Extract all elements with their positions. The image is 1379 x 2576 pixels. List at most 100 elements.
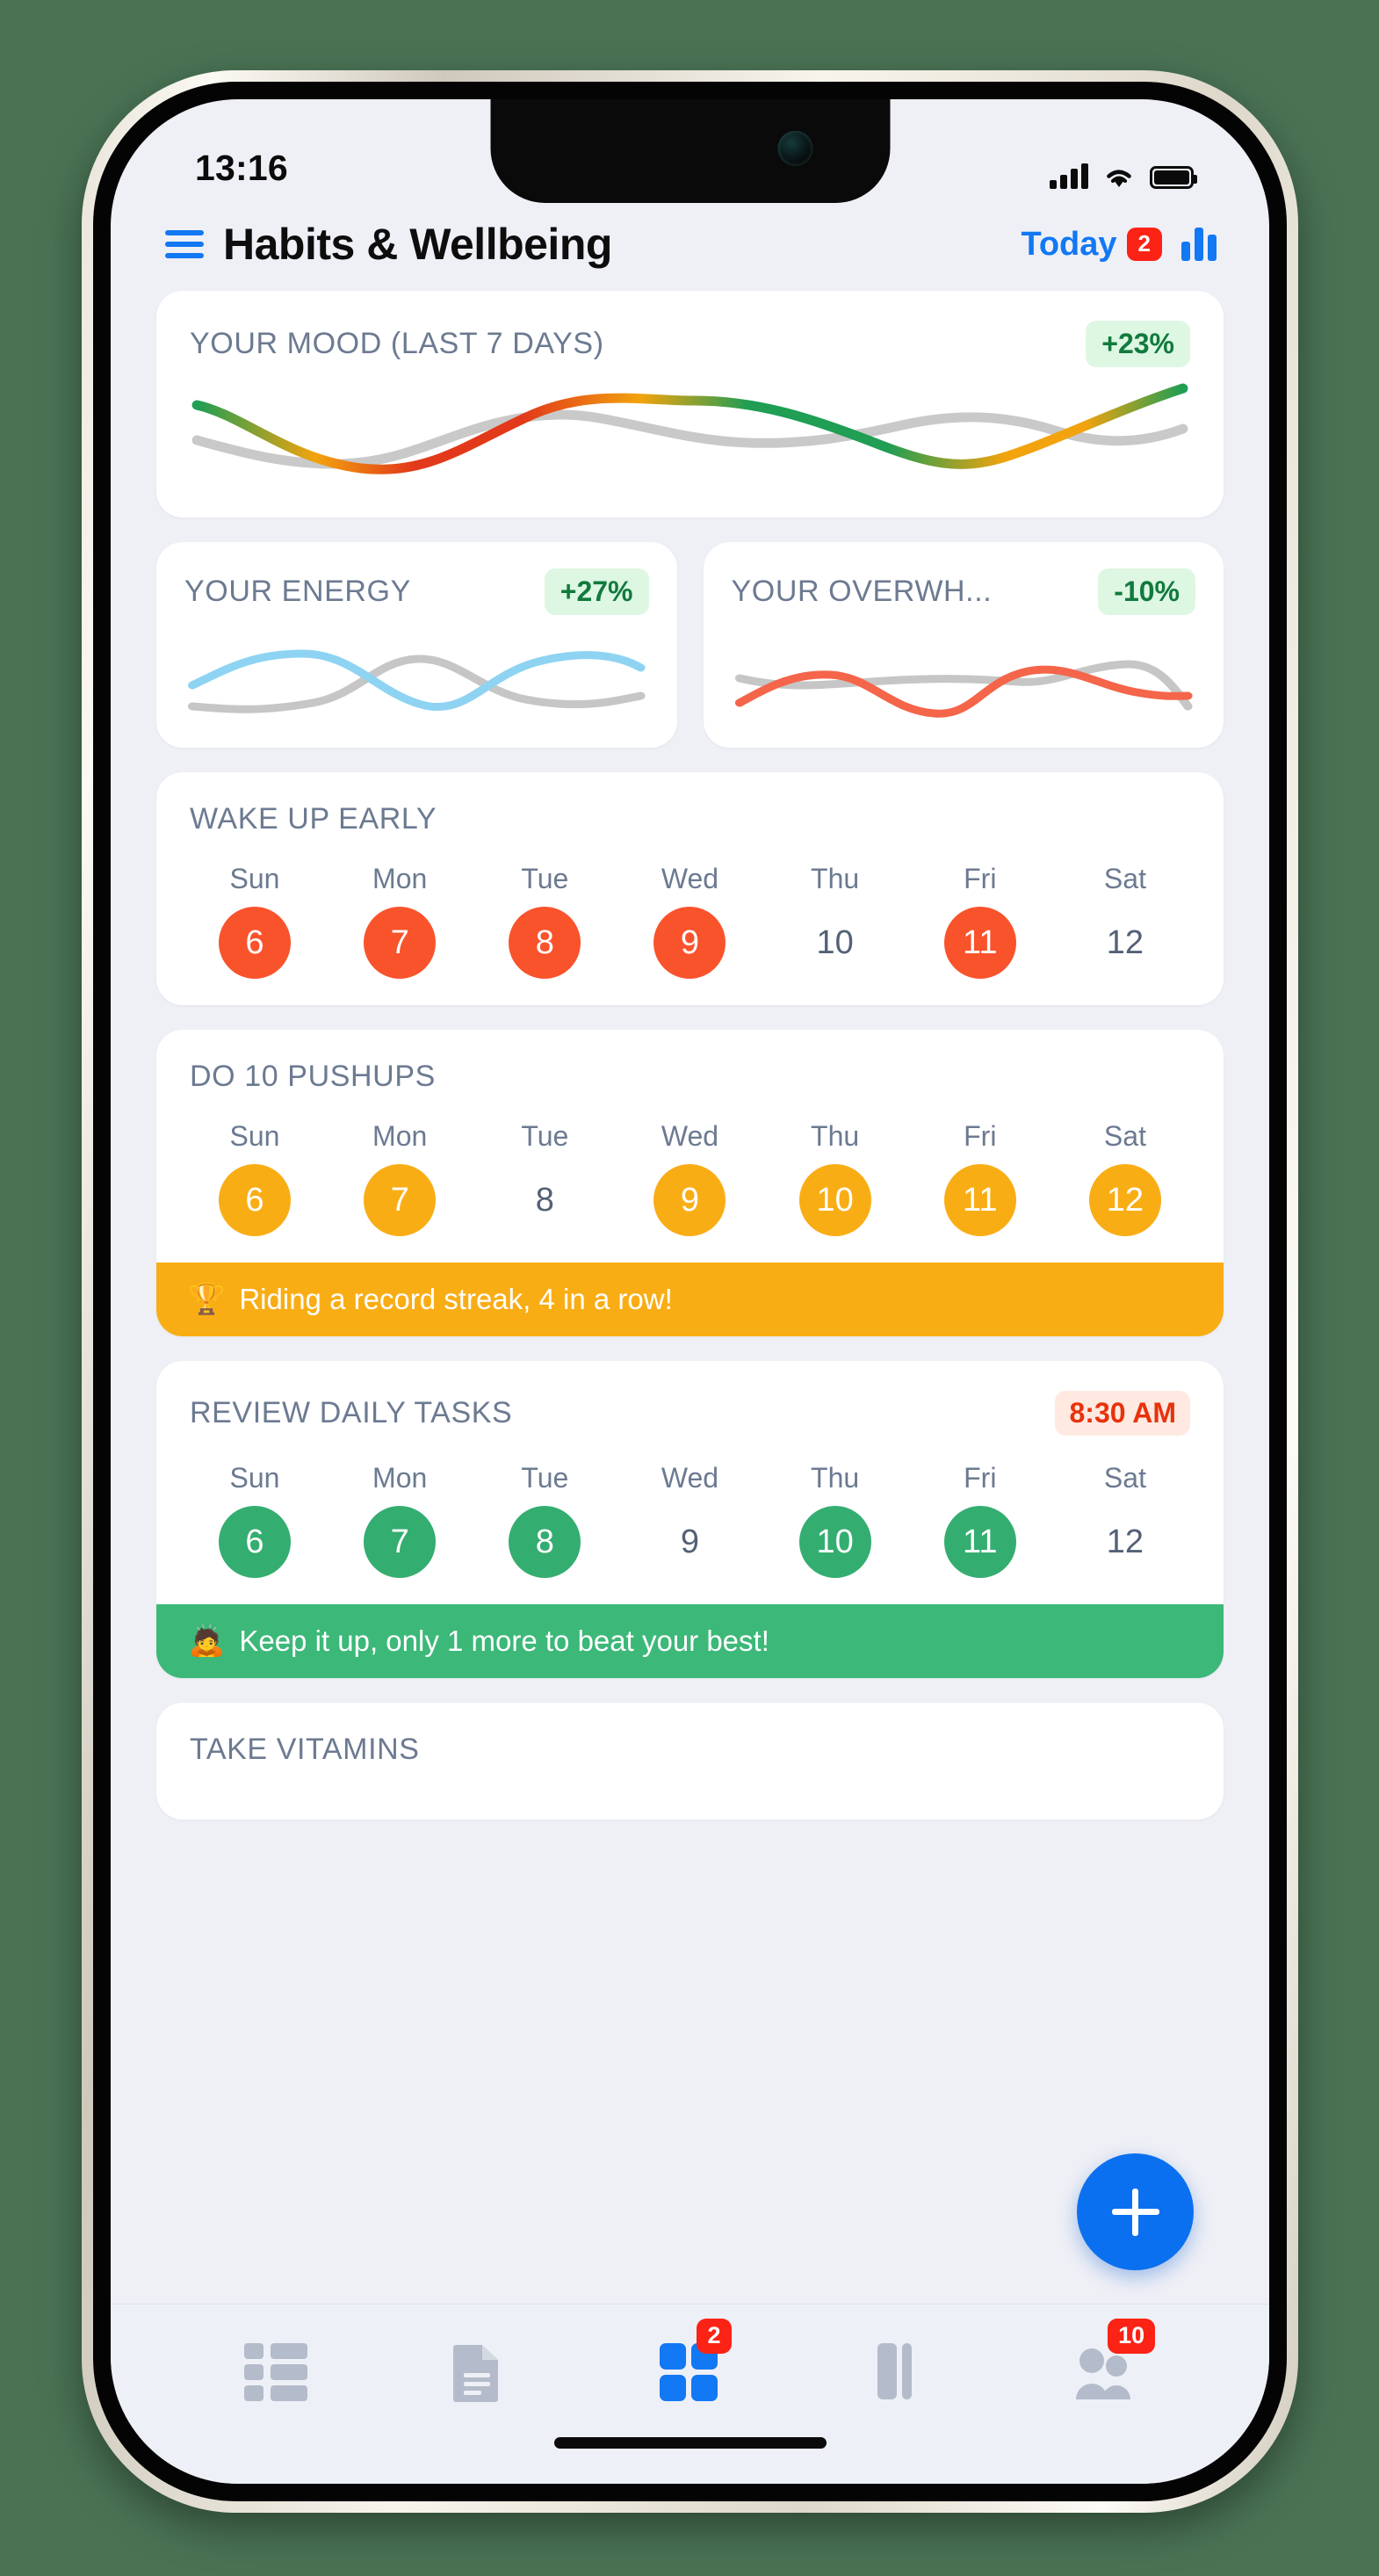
habit-day-cell[interactable]: Fri 11 (922, 863, 1038, 979)
habit-day-name: Tue (521, 1120, 569, 1152)
habit-day-name: Wed (661, 1462, 719, 1494)
streak-emoji-icon: 🏆 (188, 1283, 226, 1316)
habit-day-name: Mon (372, 863, 428, 894)
habit-day-name: Fri (964, 1462, 997, 1494)
cellular-signal-icon (1050, 163, 1088, 189)
habit-day-name: Fri (964, 1120, 997, 1152)
habit-day-completed[interactable]: 6 (219, 1164, 291, 1236)
vitamins-card[interactable]: TAKE VITAMINS (156, 1703, 1224, 1820)
vitamins-card-title: TAKE VITAMINS (190, 1733, 420, 1766)
overwhelm-card[interactable]: YOUR OVERWH... -10% (703, 542, 1224, 748)
habit-day-name: Fri (964, 863, 997, 894)
habit-card[interactable]: WAKE UP EARLY Sun 6 Mon 7 Tue 8 Wed 9 Thu 10 Fri 11 S… (156, 772, 1224, 1005)
habit-day-name: Wed (661, 863, 719, 894)
content-scroll[interactable]: YOUR MOOD (LAST 7 DAYS) +23% YOUR ENERGY… (111, 291, 1269, 1820)
habit-day-name: Mon (372, 1120, 428, 1152)
habit-day-name: Sat (1103, 1462, 1146, 1494)
tab-dashboard[interactable]: 2 (587, 2319, 794, 2401)
habit-day-cell[interactable]: Sun 6 (197, 1462, 313, 1578)
habit-day-name: Thu (811, 863, 860, 894)
energy-delta-badge: +27% (544, 568, 649, 615)
habit-day-completed[interactable]: 11 (943, 1164, 1016, 1236)
habit-card[interactable]: REVIEW DAILY TASKS 8:30 AM Sun 6 Mon 7 Tue 8 Wed… (156, 1361, 1224, 1678)
tab-bar: 2 10 (111, 2304, 1269, 2484)
habit-day-cell[interactable]: Mon 7 (342, 1120, 458, 1236)
tab-documents[interactable] (379, 2341, 587, 2402)
habit-day-cell[interactable]: Sat 12 (1067, 863, 1183, 979)
tab-people-badge: 10 (1108, 2319, 1156, 2354)
mood-card[interactable]: YOUR MOOD (LAST 7 DAYS) +23% (156, 291, 1224, 517)
habit-day-completed[interactable]: 9 (653, 1164, 726, 1236)
habit-day-cell[interactable]: Mon 7 (342, 863, 458, 979)
habit-day-empty[interactable]: 12 (1089, 1506, 1161, 1578)
habit-day-cell[interactable]: Fri 11 (922, 1120, 1038, 1236)
plus-icon-vertical (1132, 2188, 1138, 2236)
habit-day-name: Wed (661, 1120, 719, 1152)
habit-day-cell[interactable]: Thu 10 (777, 1462, 893, 1578)
habit-day-cell[interactable]: Sun 6 (197, 1120, 313, 1236)
habit-day-completed[interactable]: 10 (798, 1164, 871, 1236)
habit-day-name: Thu (811, 1462, 860, 1494)
habit-day-empty[interactable]: 10 (799, 907, 871, 979)
habit-day-cell[interactable]: Thu 10 (777, 863, 893, 979)
energy-line-chart (187, 649, 646, 713)
habit-day-cell[interactable]: Tue 8 (487, 863, 603, 979)
status-time: 13:16 (195, 148, 288, 188)
habit-day-empty[interactable]: 9 (653, 1506, 726, 1578)
habit-card-header: REVIEW DAILY TASKS 8:30 AM (190, 1391, 1190, 1436)
habit-day-cell[interactable]: Sat 12 (1067, 1120, 1183, 1236)
habit-day-completed[interactable]: 7 (364, 907, 437, 979)
habit-day-cell[interactable]: Sat 12 (1067, 1462, 1183, 1578)
habit-day-cell[interactable]: Thu 10 (777, 1120, 893, 1236)
today-button[interactable]: Today (1021, 226, 1116, 264)
energy-card[interactable]: YOUR ENERGY +27% (156, 542, 677, 748)
habit-day-completed[interactable]: 8 (509, 907, 581, 979)
habit-day-completed[interactable]: 12 (1088, 1164, 1161, 1236)
habit-day-name: Sat (1103, 1120, 1146, 1152)
habit-day-name: Tue (521, 1462, 569, 1494)
front-camera-icon (777, 131, 812, 166)
habit-day-empty[interactable]: 8 (509, 1164, 581, 1236)
habit-day-cell[interactable]: Tue 8 (487, 1462, 603, 1578)
habit-day-completed[interactable]: 9 (653, 907, 726, 979)
phone-screen: 13:16 Habits & Wellbeing Today 2 YOUR MO… (111, 99, 1269, 2484)
header-actions: Today 2 (1021, 226, 1217, 264)
tab-list[interactable] (172, 2341, 379, 2401)
tab-people[interactable]: 10 (1000, 2319, 1208, 2399)
habit-day-name: Sun (229, 1120, 280, 1152)
mood-card-title: YOUR MOOD (LAST 7 DAYS) (190, 327, 604, 360)
notch (490, 99, 890, 203)
home-indicator[interactable] (553, 2437, 827, 2449)
streak-banner-text: Keep it up, only 1 more to beat your bes… (239, 1624, 769, 1657)
habit-day-completed[interactable]: 6 (219, 907, 291, 979)
overwhelm-card-title: YOUR OVERWH... (731, 575, 993, 608)
phone-frame: 13:16 Habits & Wellbeing Today 2 YOUR MO… (82, 70, 1298, 2513)
habit-day-completed[interactable]: 10 (798, 1506, 871, 1578)
habit-card-header: WAKE UP EARLY (190, 802, 1190, 836)
tab-columns[interactable] (793, 2341, 1000, 2399)
habit-day-completed[interactable]: 11 (943, 1506, 1016, 1578)
add-habit-fab[interactable] (1077, 2153, 1194, 2270)
habit-day-cell[interactable]: Mon 7 (342, 1462, 458, 1578)
habit-day-completed[interactable]: 11 (943, 907, 1016, 979)
habit-card-body: DO 10 PUSHUPS Sun 6 Mon 7 Tue 8 Wed 9 Thu 10 Fri 11 S… (156, 1030, 1224, 1263)
hamburger-menu-icon[interactable] (165, 230, 204, 258)
habit-day-cell[interactable]: Sun 6 (197, 863, 313, 979)
habit-streak-banner: 🙇 Keep it up, only 1 more to beat your be… (156, 1604, 1224, 1678)
habit-day-completed[interactable]: 7 (364, 1506, 437, 1578)
habit-card[interactable]: DO 10 PUSHUPS Sun 6 Mon 7 Tue 8 Wed 9 Thu 10 Fri 11 S… (156, 1030, 1224, 1336)
habit-day-cell[interactable]: Wed 9 (632, 1120, 747, 1236)
habit-day-completed[interactable]: 7 (364, 1164, 437, 1236)
habit-day-cell[interactable]: Wed 9 (632, 1462, 747, 1578)
energy-card-title: YOUR ENERGY (184, 575, 411, 608)
habit-card-header: DO 10 PUSHUPS (190, 1060, 1190, 1094)
habit-day-completed[interactable]: 6 (219, 1506, 291, 1578)
habit-day-cell[interactable]: Wed 9 (632, 863, 747, 979)
habit-day-cell[interactable]: Fri 11 (922, 1462, 1038, 1578)
habit-day-empty[interactable]: 12 (1089, 907, 1161, 979)
energy-card-header: YOUR ENERGY +27% (184, 568, 649, 615)
habit-card-body: WAKE UP EARLY Sun 6 Mon 7 Tue 8 Wed 9 Thu 10 Fri 11 S… (156, 772, 1224, 1005)
bar-chart-icon[interactable] (1181, 228, 1217, 261)
habit-day-completed[interactable]: 8 (509, 1506, 581, 1578)
habit-day-cell[interactable]: Tue 8 (487, 1120, 603, 1236)
